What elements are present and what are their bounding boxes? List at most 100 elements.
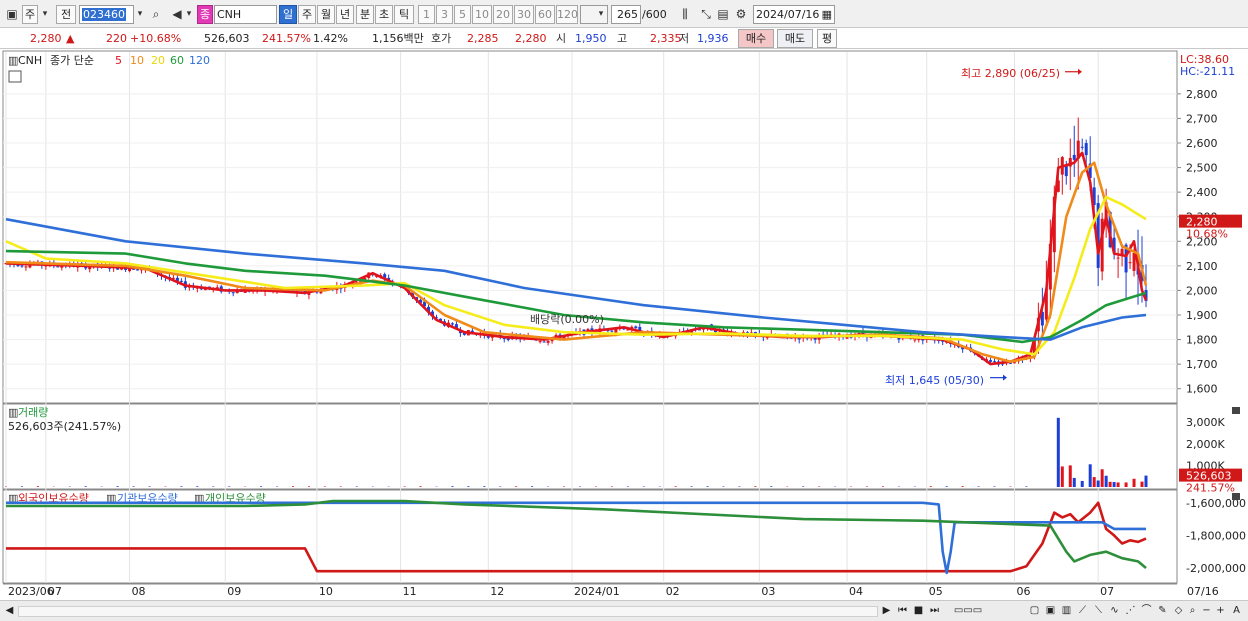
chart-settings-icon[interactable]: [8, 70, 22, 83]
volume-tick-label: 3,000K: [1186, 416, 1225, 429]
x-tick-label: 08: [132, 585, 146, 598]
chart-scroll-bar: ◀ ▶ ⏮ ■ ⏭ ▭▭▭ ▢ ▣ ▥ ⟋ ⟍ ∿ ⋰ ⌒ ✎ ◇ ⌕ − + …: [0, 600, 1248, 621]
stock-chart[interactable]: 2023/0607 08 09 10 11 12 2024/01 02 03 04 05 06 07 07…: [0, 49, 1248, 600]
layout-icon-3[interactable]: ▥: [1059, 603, 1074, 619]
dividend-label: 배당락(0.00%): [530, 313, 604, 326]
zoom-in-icon[interactable]: +: [1213, 603, 1228, 619]
buy-button[interactable]: 매수: [738, 29, 774, 48]
code-dropdown-icon[interactable]: ▾: [134, 5, 146, 24]
volume-bar: [467, 486, 470, 487]
candle-type-icon[interactable]: ⫼: [676, 5, 694, 24]
candle-body: [634, 326, 638, 329]
scroll-right-icon[interactable]: ▶: [879, 603, 894, 619]
volume-tick-label: 2,000K: [1186, 438, 1225, 451]
stock-code-input[interactable]: 023460: [79, 5, 134, 24]
interval-dropdown-icon[interactable]: ▾: [595, 5, 607, 24]
zoom-out-icon[interactable]: −: [1199, 603, 1214, 619]
calendar-icon[interactable]: ▦: [822, 6, 832, 23]
stop-icon[interactable]: ■: [911, 603, 926, 619]
high-label: 고: [617, 32, 628, 45]
fan-tool-icon[interactable]: ⋰: [1123, 603, 1138, 619]
zoom-slider[interactable]: ▭▭▭: [945, 603, 991, 619]
marker-tool-icon[interactable]: ◇: [1171, 603, 1186, 619]
first-page-icon[interactable]: ⏮: [895, 603, 910, 619]
candle-body: [546, 340, 550, 343]
bid-price: 2,280: [515, 32, 547, 45]
period-second-button[interactable]: 초: [375, 5, 393, 24]
price-tick-label: 2,800: [1186, 88, 1218, 101]
price-tick-label: 1,900: [1186, 309, 1218, 322]
speaker-dropdown-icon[interactable]: ▾: [183, 5, 195, 24]
candle-body: [610, 330, 614, 332]
scroll-left-icon[interactable]: ◀: [2, 603, 17, 619]
interval-10-button[interactable]: 10: [472, 5, 492, 24]
period-year-button[interactable]: 년: [336, 5, 354, 24]
period-month-button[interactable]: 월: [317, 5, 335, 24]
interval-20-button[interactable]: 20: [493, 5, 513, 24]
interval-30-button[interactable]: 30: [514, 5, 534, 24]
zoom-icon[interactable]: ⌕: [1185, 603, 1200, 619]
candle-body: [1072, 154, 1076, 160]
compare-toggle[interactable]: 전: [56, 5, 76, 24]
volume-bar: [1060, 466, 1064, 487]
volume-bar: [626, 486, 629, 487]
candle-body: [913, 339, 917, 341]
flat-button[interactable]: 평: [817, 29, 837, 48]
volume-bar: [690, 486, 693, 487]
interval-3-button[interactable]: 3: [436, 5, 453, 24]
trade-amount: 1,156백만: [372, 32, 424, 45]
interval-60-button[interactable]: 60: [535, 5, 555, 24]
layout-icon-2[interactable]: ▣: [1043, 603, 1058, 619]
edit-tool-icon[interactable]: ✎: [1155, 603, 1170, 619]
sell-button[interactable]: 매도: [777, 29, 813, 48]
dropdown-icon[interactable]: ▾: [39, 5, 51, 24]
frequency-toggle[interactable]: 주: [22, 5, 38, 24]
interval-120-button[interactable]: 120: [556, 5, 578, 24]
period-day-button[interactable]: 일: [279, 5, 297, 24]
low-price: 1,936: [697, 32, 729, 45]
last-page-icon[interactable]: ⏭: [927, 603, 942, 619]
volume-bar: [291, 486, 294, 487]
volume-bar: [1124, 482, 1128, 487]
layout-icon-1[interactable]: ▢: [1027, 603, 1042, 619]
volume-bar: [754, 486, 757, 487]
wave-tool-icon[interactable]: ∿: [1107, 603, 1122, 619]
candle-body: [538, 341, 542, 343]
volume-bar: [563, 486, 566, 487]
price-tick-label: 2,400: [1186, 186, 1218, 199]
ask-price: 2,285: [467, 32, 499, 45]
candle-body: [993, 361, 997, 363]
volume-panel-close-icon[interactable]: [1232, 407, 1240, 414]
current-price: 2,280: [30, 32, 62, 45]
holdings-tick-label: -1,800,000: [1186, 529, 1246, 542]
volume-bar: [770, 486, 773, 487]
x-tick-label: 02: [666, 585, 680, 598]
save-icon[interactable]: ▤: [714, 5, 732, 24]
price-tick-label: 2,700: [1186, 112, 1218, 125]
volume-panel-icon: ▥: [8, 406, 18, 419]
volume-bar: [116, 486, 119, 487]
crosshair-icon[interactable]: ⤡: [697, 5, 715, 24]
bar-count-input[interactable]: 265: [611, 5, 641, 24]
stock-name-field[interactable]: CNH: [214, 5, 277, 24]
interval-5-button[interactable]: 5: [454, 5, 471, 24]
volume-bar: [1072, 477, 1076, 487]
period-minute-button[interactable]: 분: [356, 5, 374, 24]
volume-bar: [355, 486, 358, 487]
candle-body: [56, 266, 60, 268]
horizontal-scrollbar[interactable]: [18, 606, 878, 617]
date-input[interactable]: 2024/07/16 ▦: [753, 5, 835, 24]
holdings-panel-close-icon[interactable]: [1232, 493, 1240, 500]
line-tool-icon[interactable]: ⟍: [1091, 603, 1106, 619]
trend-tool-icon[interactable]: ⟋: [1075, 603, 1090, 619]
volume-bar: [515, 486, 518, 487]
interval-1-button[interactable]: 1: [418, 5, 435, 24]
curve-tool-icon[interactable]: ⌒: [1139, 603, 1154, 619]
period-tick-button[interactable]: 틱: [394, 5, 414, 24]
text-tool-icon[interactable]: A: [1229, 603, 1244, 619]
search-icon[interactable]: ⌕: [147, 5, 165, 24]
period-week-button[interactable]: 주: [298, 5, 316, 24]
chart-window-icon[interactable]: ▣: [3, 5, 21, 24]
volume-bar: [945, 486, 948, 487]
gear-icon[interactable]: ⚙: [732, 5, 750, 24]
